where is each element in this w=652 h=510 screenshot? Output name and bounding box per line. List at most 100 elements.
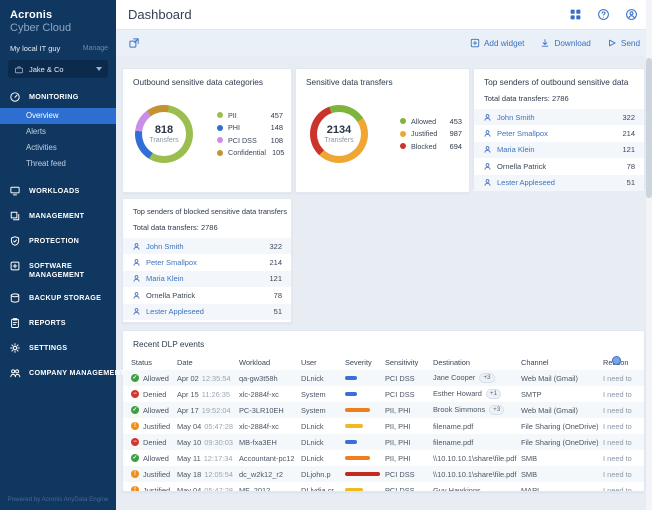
- status-icon: [131, 470, 139, 478]
- legend-item: PCI DSS 108: [217, 134, 283, 147]
- col-date[interactable]: Date: [177, 358, 239, 367]
- col-reason[interactable]: Reason: [603, 358, 636, 367]
- sidebar-item-threat-feed[interactable]: Threat feed: [0, 156, 116, 172]
- event-time: 05:47:28: [204, 422, 233, 431]
- destination-count-badge[interactable]: +3: [479, 373, 494, 383]
- table-row[interactable]: Allowed May 1112:17:34 Accountant-pc12 D…: [123, 450, 644, 466]
- severity-bar: [345, 376, 385, 380]
- sidebar-item-activities[interactable]: Activities: [0, 140, 116, 156]
- table-row[interactable]: Denied Apr 1511:26:35 xlc-2884f-xc Syste…: [123, 386, 644, 402]
- legend-dot: [400, 143, 406, 149]
- status-icon: [131, 486, 139, 492]
- sidebar-item-management[interactable]: MANAGEMENT: [0, 210, 116, 222]
- sender-row[interactable]: Ornella Patrick 78: [123, 287, 291, 303]
- severity-bar: [345, 392, 385, 396]
- table-row[interactable]: Denied May 1009:30:03 MB-fxa3EH DLnick P…: [123, 434, 644, 450]
- sender-row[interactable]: Peter Smallpox 214: [474, 125, 644, 141]
- col-destination[interactable]: Destination: [433, 358, 521, 367]
- dlp-table-body: Allowed Apr 0212:35:54 qa-gw3t58h DLnick…: [123, 370, 644, 492]
- sender-name-link[interactable]: Lester Appleseed: [497, 178, 627, 187]
- donut-center: 818 Transfers: [135, 105, 193, 163]
- col-status[interactable]: Status: [131, 358, 177, 367]
- sender-value: 78: [274, 291, 282, 300]
- logo-line2: Cyber Cloud: [10, 22, 116, 34]
- table-row[interactable]: Justified May 0405:47:28 MF_2012_ DLlydi…: [123, 482, 644, 492]
- col-severity[interactable]: Severity: [345, 358, 385, 367]
- table-row[interactable]: Justified May 0405:47:28 xlc-2884f-xc DL…: [123, 418, 644, 434]
- account-icon[interactable]: [625, 8, 638, 21]
- send-button[interactable]: Send: [607, 38, 640, 48]
- sender-name-link[interactable]: Ornella Patrick: [497, 162, 627, 171]
- sender-name-link[interactable]: Ornella Patrick: [146, 291, 274, 300]
- col-user[interactable]: User: [301, 358, 345, 367]
- severity-bar: [345, 488, 385, 492]
- destination-count-badge[interactable]: +1: [486, 389, 501, 399]
- event-date: May 10: [177, 438, 201, 447]
- event-reason: I need to: [603, 438, 636, 447]
- legend-label: PHI: [228, 123, 265, 132]
- widget-outbound-categories: Outbound sensitive data categories 818 T…: [122, 68, 292, 193]
- event-time: 12:05:54: [204, 470, 233, 479]
- status-label: Allowed: [143, 454, 169, 463]
- sender-name-link[interactable]: Maria Klein: [146, 274, 269, 283]
- event-sensitivity: PCI DSS: [385, 390, 433, 399]
- event-time: 11:26:35: [202, 390, 230, 399]
- col-workload[interactable]: Workload: [239, 358, 301, 367]
- table-row[interactable]: Allowed Apr 0212:35:54 qa-gw3t58h DLnick…: [123, 370, 644, 386]
- add-widget-button[interactable]: Add widget: [470, 38, 525, 48]
- sender-row[interactable]: Maria Klein 121: [123, 271, 291, 287]
- sidebar-item-settings[interactable]: SETTINGS: [0, 342, 116, 354]
- col-channel[interactable]: Channel: [521, 358, 603, 367]
- sender-row[interactable]: John Smith 322: [123, 238, 291, 254]
- sidebar-item-workloads[interactable]: WORKLOADS: [0, 185, 116, 197]
- help-icon[interactable]: [597, 8, 610, 21]
- sidebar-item-overview[interactable]: Overview: [0, 108, 116, 124]
- sidebar-item-protection[interactable]: PROTECTION: [0, 235, 116, 247]
- sender-row[interactable]: Maria Klein 121: [474, 142, 644, 158]
- scrollbar-thumb[interactable]: [646, 58, 652, 198]
- categories-donut-chart: 818 Transfers: [135, 105, 193, 163]
- sidebar-item-software-management[interactable]: SOFTWARE MANAGEMENT: [0, 260, 116, 279]
- event-date: Apr 15: [177, 390, 199, 399]
- sender-row[interactable]: Peter Smallpox 214: [123, 254, 291, 270]
- apps-grid-icon[interactable]: [569, 8, 582, 21]
- sender-row[interactable]: Lester Appleseed 51: [123, 304, 291, 320]
- sidebar-item-reports[interactable]: REPORTS: [0, 317, 116, 329]
- legend-item: Allowed 453: [400, 115, 462, 128]
- col-sensitivity[interactable]: Sensitivity: [385, 358, 433, 367]
- sidebar-item-monitoring[interactable]: MONITORING: [0, 91, 116, 103]
- expand-icon[interactable]: [128, 37, 140, 49]
- event-destination: Guy Hawkings: [433, 486, 481, 493]
- sender-name-link[interactable]: Lester Appleseed: [146, 307, 274, 316]
- legend-item: Justified 987: [400, 128, 462, 141]
- event-user: DLnick: [301, 438, 345, 447]
- destination-count-badge[interactable]: +3: [489, 405, 504, 415]
- event-workload: PC-3LR10EH: [239, 406, 301, 415]
- event-sensitivity: PII, PHI: [385, 438, 433, 447]
- widget-title: Top senders of blocked sensitive data tr…: [123, 199, 291, 216]
- table-row[interactable]: Justified May 1812:05:54 dc_w2k12_r2 DLj…: [123, 466, 644, 482]
- sidebar-item-alerts[interactable]: Alerts: [0, 124, 116, 140]
- event-reason: I need to: [603, 374, 636, 383]
- event-date: May 04: [177, 422, 201, 431]
- table-row[interactable]: Allowed Apr 1719:52:04 PC-3LR10EH System…: [123, 402, 644, 418]
- sender-value: 214: [269, 258, 282, 267]
- sender-name-link[interactable]: Peter Smallpox: [146, 258, 269, 267]
- sender-row[interactable]: John Smith 322: [474, 109, 644, 125]
- sender-row[interactable]: Ornella Patrick 78: [474, 158, 644, 174]
- person-icon: [132, 291, 141, 300]
- widget-title: Outbound sensitive data categories: [123, 69, 291, 87]
- sender-name-link[interactable]: Peter Smallpox: [497, 129, 622, 138]
- sender-name-link[interactable]: John Smith: [497, 113, 622, 122]
- workspace-selector[interactable]: Jake & Co: [8, 60, 108, 78]
- sender-name-link[interactable]: Maria Klein: [497, 145, 622, 154]
- page-title: Dashboard: [128, 7, 569, 22]
- sidebar-item-company-management[interactable]: COMPANY MANAGEMENT: [0, 367, 116, 379]
- manage-link[interactable]: Manage: [83, 45, 108, 52]
- sender-name-link[interactable]: John Smith: [146, 242, 269, 251]
- legend-label: Blocked: [411, 142, 444, 151]
- download-button[interactable]: Download: [540, 38, 590, 48]
- sidebar-item-backup-storage[interactable]: BACKUP STORAGE: [0, 292, 116, 304]
- sender-row[interactable]: Lester Appleseed 51: [474, 175, 644, 191]
- person-icon: [483, 113, 492, 122]
